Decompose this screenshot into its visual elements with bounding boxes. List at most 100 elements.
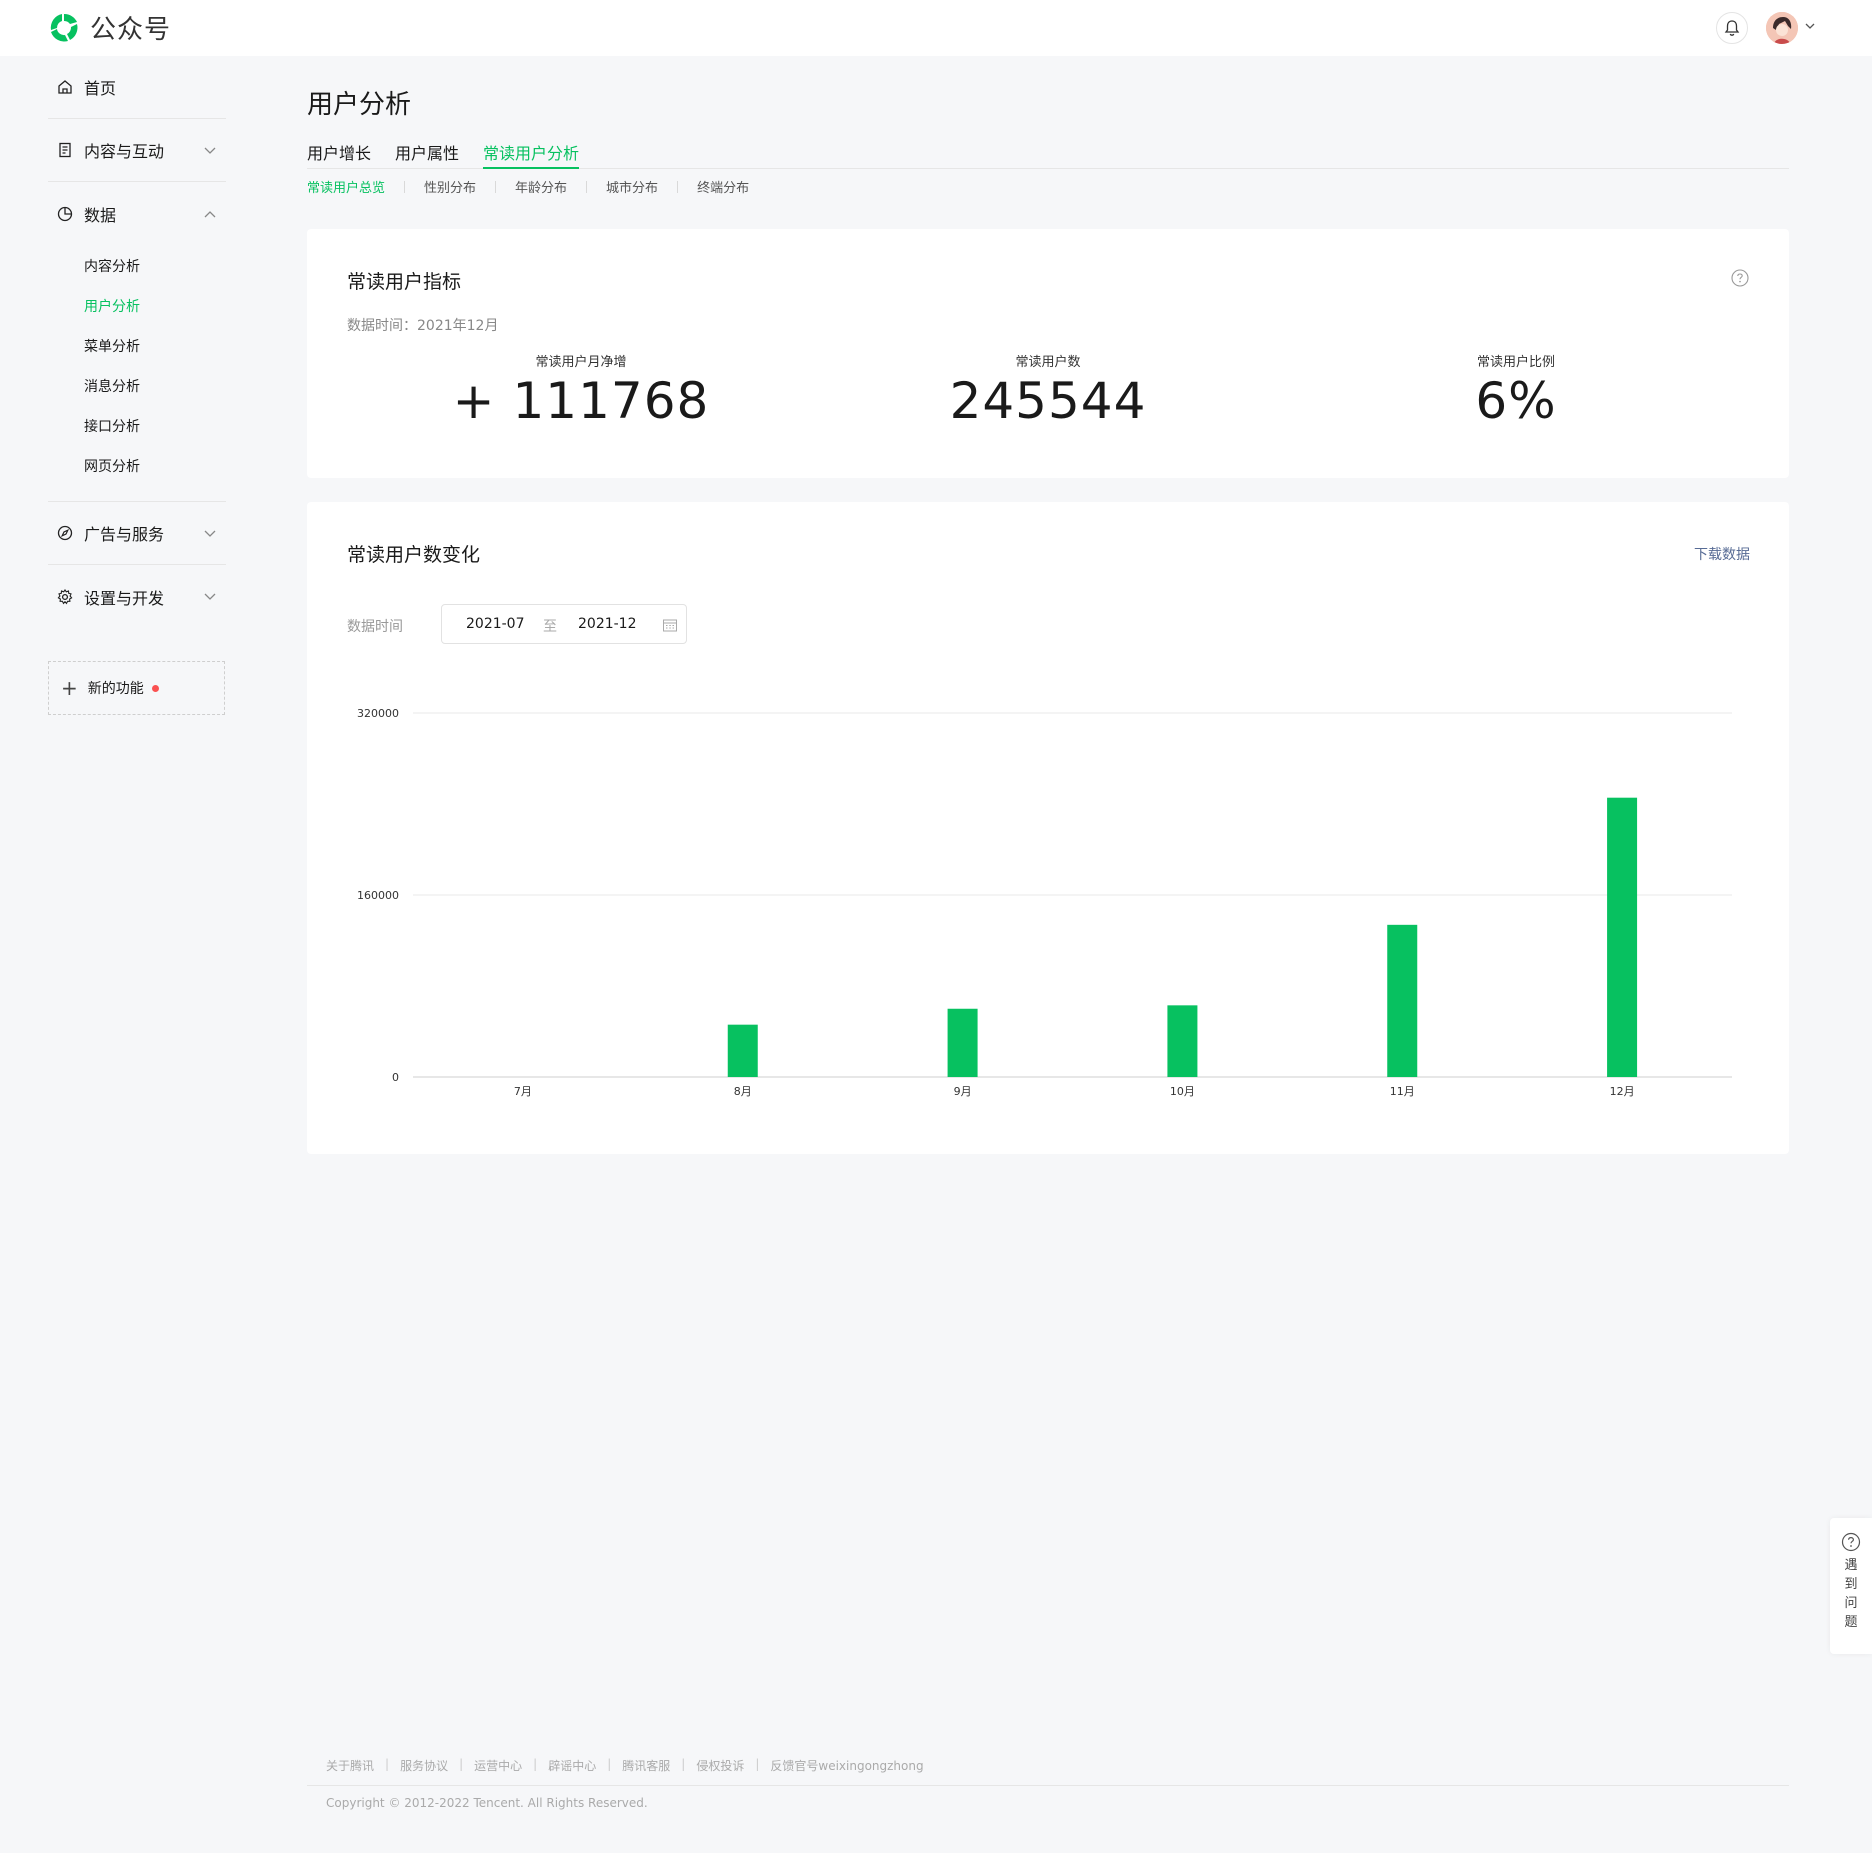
chevron-down-icon [204, 147, 216, 154]
avatar-image-icon [1766, 12, 1798, 44]
top-bar: 公众号 [0, 0, 1872, 56]
bar [947, 1008, 978, 1077]
new-feature-label: 新的功能 [87, 681, 144, 697]
metric-label: 常读用户比例 [1476, 355, 1555, 370]
sidebar-item-settings[interactable]: 设置与开发 [48, 565, 226, 628]
app-name: 公众号 [90, 15, 172, 45]
subtab-device[interactable]: 终端分布 [697, 177, 749, 196]
metric-frequent-ratio: 常读用户比例 6% [1316, 351, 1716, 430]
x-tick-label: 10月 [1170, 1085, 1195, 1098]
bar [1607, 797, 1638, 1077]
start-date-input[interactable]: 2021-07 [466, 616, 525, 632]
sidebar-item-home[interactable]: 首页 [48, 56, 226, 119]
footer-separator: | [607, 1757, 612, 1771]
footer-divider [307, 1785, 1789, 1786]
logo[interactable]: 公众号 [46, 9, 171, 46]
metrics-data-time: 数据时间：2021年12月 [347, 318, 499, 334]
footer-separator: | [533, 1757, 538, 1771]
footer-link-feedback[interactable]: 反馈官号weixingongzhong [770, 1757, 923, 1774]
metrics-card-title: 常读用户指标 [347, 271, 462, 293]
home-icon [56, 78, 74, 96]
metric-label: 常读用户数 [1015, 355, 1081, 370]
footer-separator: | [755, 1757, 760, 1771]
help-float-button[interactable]: 遇到问题 [1830, 1518, 1872, 1654]
metric-value: + 111768 [452, 372, 710, 430]
end-date-input[interactable]: 2021-12 [578, 616, 637, 632]
metric-frequent-readers: 常读用户数 245544 [848, 351, 1248, 430]
wechat-official-account-logo-icon [50, 13, 78, 42]
compass-icon [56, 524, 74, 542]
page-title: 用户分析 [307, 90, 412, 120]
y-tick-label: 0 [392, 1071, 399, 1084]
sidebar-item-label: 数据 [84, 205, 117, 225]
sidebar-item-user-analysis[interactable]: 用户分析 [48, 287, 226, 327]
y-tick-label: 160000 [357, 889, 399, 902]
bar-chart: 0 160000 320000 7月 8月 9月 10月 11月 12月 [357, 707, 1732, 1098]
footer-link-operations[interactable]: 运营中心 [474, 1757, 522, 1774]
sidebar-item-webpage-analysis[interactable]: 网页分析 [48, 447, 226, 487]
sidebar-item-menu-analysis[interactable]: 菜单分析 [48, 327, 226, 367]
avatar[interactable] [1766, 12, 1798, 44]
plus-icon: + [61, 676, 78, 700]
download-data-link[interactable]: 下载数据 [1694, 544, 1750, 564]
subtab-divider [677, 180, 679, 193]
footer-link-infringement[interactable]: 侵权投诉 [696, 1757, 744, 1774]
subtab-gender[interactable]: 性别分布 [424, 177, 476, 196]
footer-separator: | [385, 1757, 390, 1771]
sidebar-item-label: 广告与服务 [84, 525, 165, 544]
x-tick-label: 9月 [954, 1085, 972, 1098]
new-feature-button[interactable]: + 新的功能 [48, 661, 225, 715]
sidebar-item-content-analysis[interactable]: 内容分析 [48, 247, 226, 287]
subtabs: 常读用户总览 性别分布 年龄分布 城市分布 终端分布 [307, 177, 749, 196]
x-tick-label: 8月 [734, 1085, 752, 1098]
date-range-picker[interactable]: 2021-07 至 2021-12 [441, 604, 687, 644]
footer-link-agreement[interactable]: 服务协议 [400, 1757, 448, 1774]
gear-icon [56, 588, 74, 606]
y-tick-label: 320000 [357, 707, 399, 720]
subtab-divider [404, 180, 406, 193]
chevron-down-icon[interactable] [1804, 20, 1816, 32]
help-icon [1841, 1532, 1861, 1552]
metric-value: 6% [1475, 372, 1557, 430]
subtab-city[interactable]: 城市分布 [606, 177, 658, 196]
sidebar-item-ads[interactable]: 广告与服务 [48, 502, 226, 565]
chevron-up-icon [204, 211, 216, 218]
x-tick-label: 12月 [1610, 1085, 1635, 1098]
bar [1167, 1005, 1198, 1077]
footer-links: 关于腾讯 | 服务协议 | 运营中心 | 辟谣中心 | 腾讯客服 | 侵权投诉 | 反馈官号… [326, 1757, 924, 1774]
footer-separator: | [459, 1757, 464, 1771]
copyright: Copyright © 2012-2022 Tencent. All Right… [326, 1796, 648, 1810]
bar [1387, 924, 1418, 1077]
date-range-separator: 至 [543, 619, 557, 635]
bar [727, 1024, 758, 1077]
tab-user-growth[interactable]: 用户增长 [307, 140, 371, 169]
tab-user-attributes[interactable]: 用户属性 [395, 140, 459, 169]
sidebar-item-label: 设置与开发 [84, 588, 165, 608]
subtab-divider [495, 180, 497, 193]
bell-icon [1724, 20, 1740, 36]
trend-card-title: 常读用户数变化 [347, 544, 481, 566]
subtab-overview[interactable]: 常读用户总览 [307, 177, 385, 196]
pie-chart-icon [56, 205, 74, 223]
calendar-icon [663, 619, 677, 632]
x-tick-label: 7月 [514, 1085, 532, 1098]
trend-card: 0 160000 320000 7月 8月 9月 10月 11月 12月 常读用户数变化 下载数… [307, 502, 1789, 1154]
help-float-label: 遇到问题 [1844, 1558, 1858, 1630]
sidebar-item-data[interactable]: 数据 [48, 182, 226, 245]
sidebar-item-content[interactable]: 内容与互动 [48, 119, 226, 182]
sidebar-item-api-analysis[interactable]: 接口分析 [48, 407, 226, 447]
sidebar-item-label: 内容与互动 [84, 142, 165, 161]
subtab-divider [586, 180, 588, 193]
notification-button[interactable] [1716, 12, 1748, 44]
help-icon[interactable] [1731, 269, 1749, 287]
subtab-age[interactable]: 年龄分布 [515, 177, 567, 196]
document-icon [56, 141, 74, 159]
metric-monthly-net-increase: 常读用户月净增 + 111768 [381, 351, 781, 430]
date-range-label: 数据时间 [347, 619, 403, 635]
sidebar-item-message-analysis[interactable]: 消息分析 [48, 367, 226, 407]
footer-link-about[interactable]: 关于腾讯 [326, 1757, 374, 1774]
footer-link-rumor[interactable]: 辟谣中心 [548, 1757, 596, 1774]
tab-frequent-readers[interactable]: 常读用户分析 [483, 140, 580, 169]
footer-link-support[interactable]: 腾讯客服 [622, 1757, 670, 1774]
footer-separator: | [681, 1757, 686, 1771]
